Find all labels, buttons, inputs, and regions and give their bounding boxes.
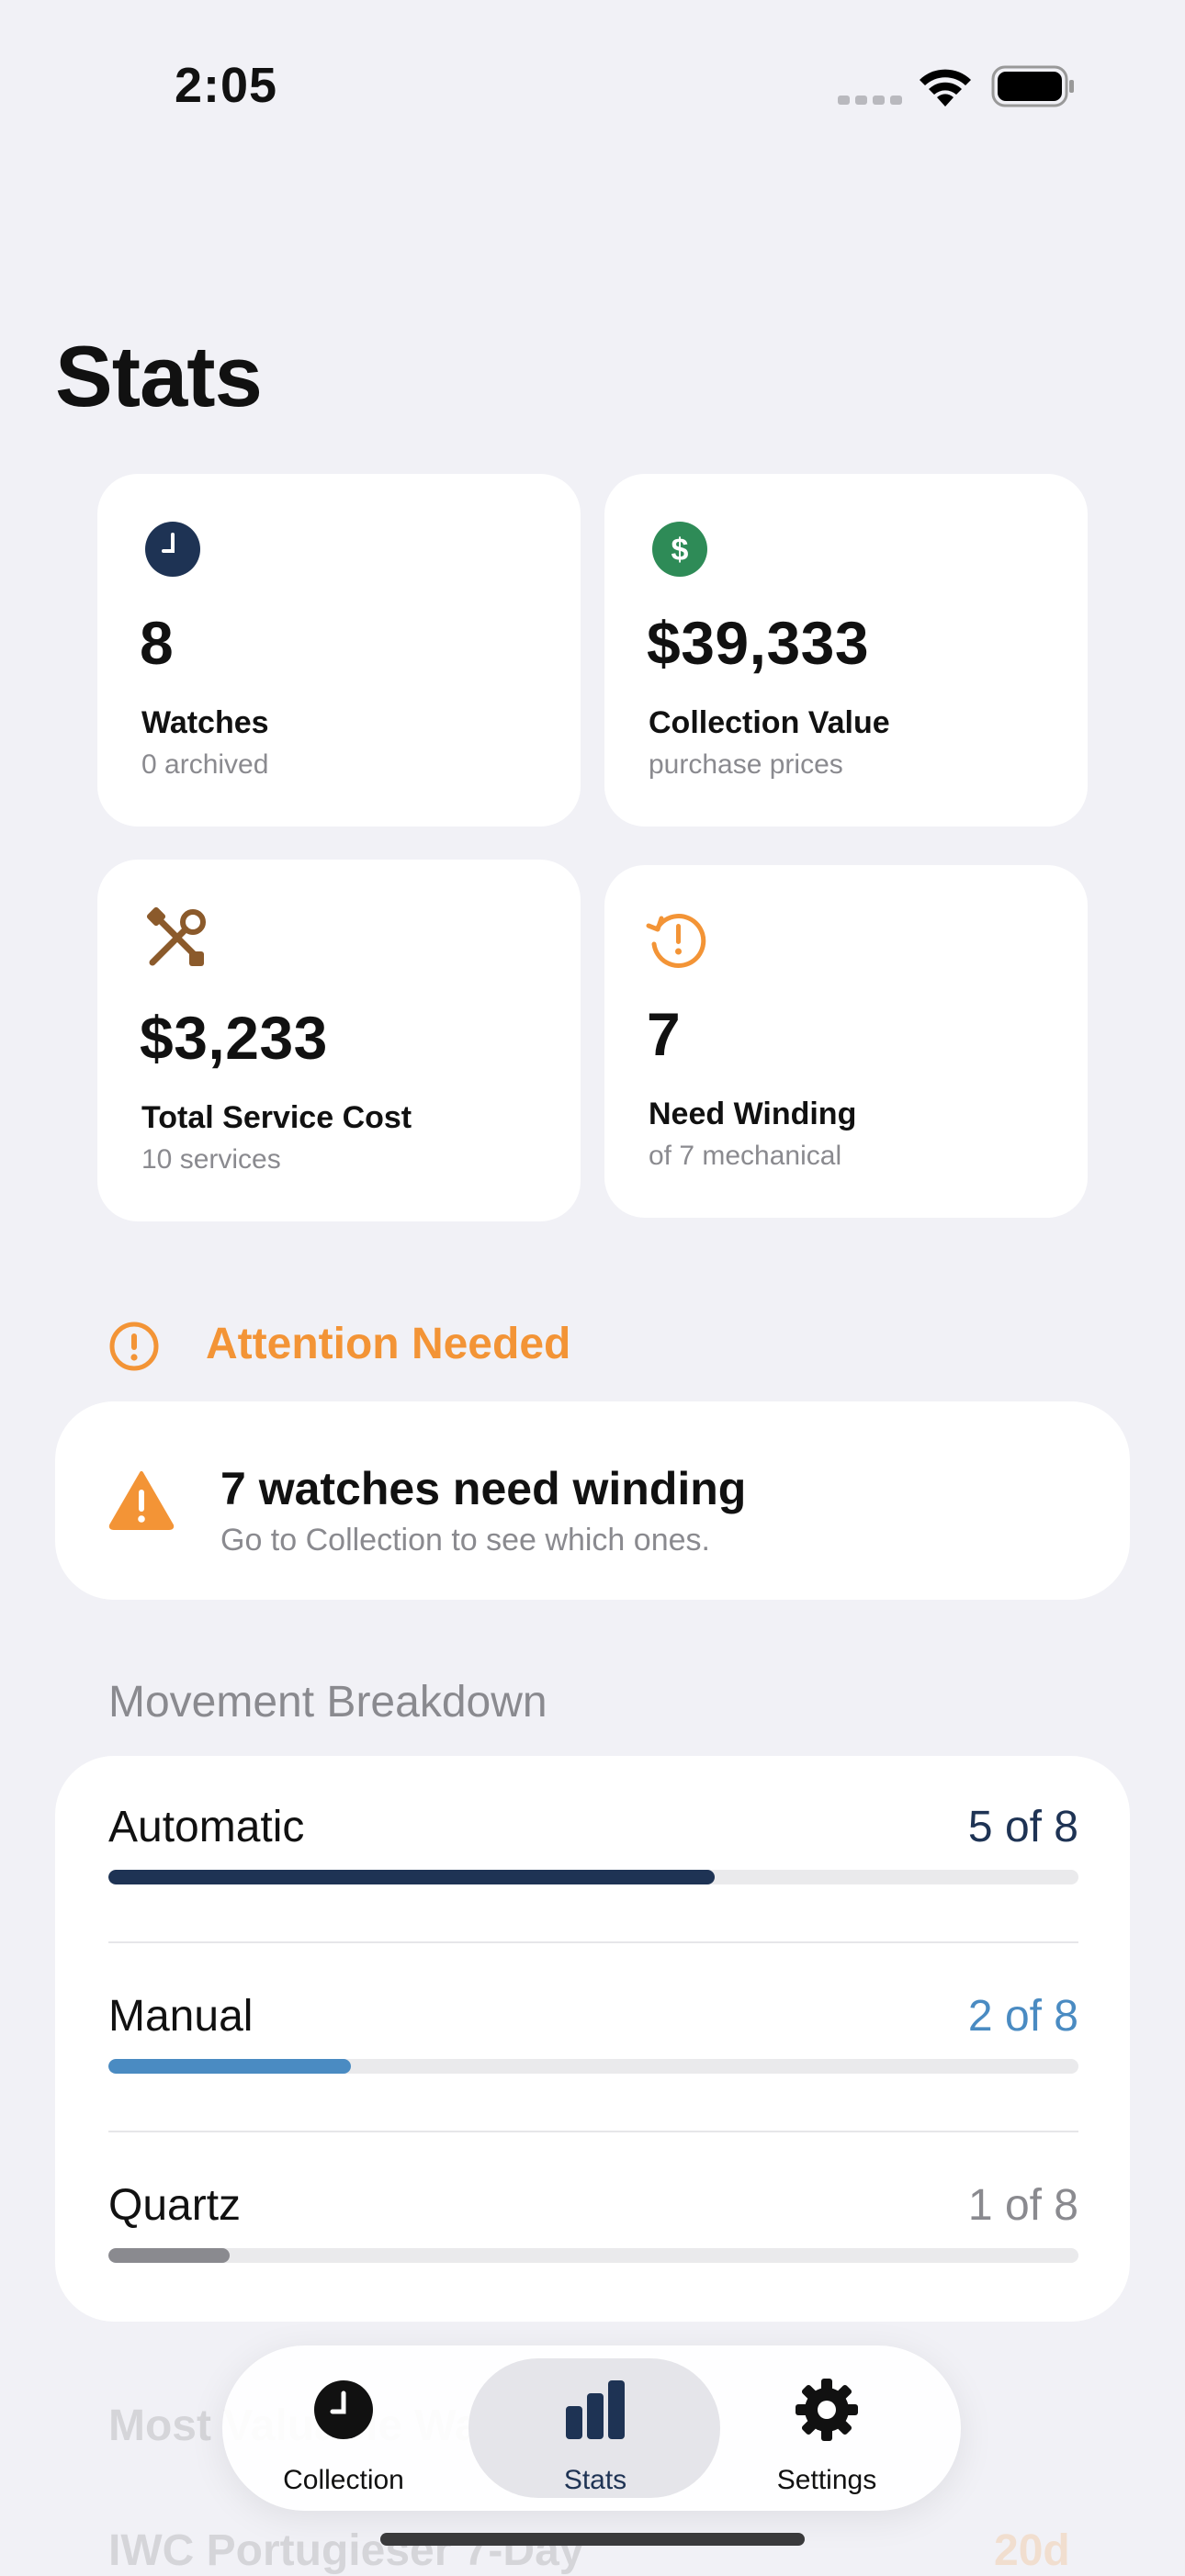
movement-label: Automatic — [108, 1803, 305, 1851]
movement-row-automatic: Automatic 5 of 8 — [108, 1756, 1078, 1921]
movement-breakdown-card: Automatic 5 of 8 Manual 2 of 8 Quartz 1 … — [55, 1756, 1130, 2322]
stat-value: $39,333 — [647, 609, 870, 677]
stat-label: Collection Value — [649, 705, 890, 740]
bar-chart-icon — [566, 2380, 625, 2439]
cellular-signal-icon — [838, 92, 902, 107]
faded-item-value: 20d — [994, 2526, 1070, 2575]
stat-card-collection-value: $ $39,333 Collection Value purchase pric… — [604, 474, 1088, 827]
alert-title: 7 watches need winding — [220, 1463, 747, 1514]
movement-row-manual: Manual 2 of 8 — [108, 1945, 1078, 2110]
divider — [108, 2131, 1078, 2132]
movement-breakdown-title: Movement Breakdown — [108, 1678, 547, 1727]
svg-text:$: $ — [672, 533, 689, 568]
stat-sub: 0 archived — [141, 749, 269, 780]
stat-label: Total Service Cost — [141, 1100, 412, 1135]
stat-sub: purchase prices — [649, 749, 843, 780]
status-time: 2:05 — [175, 58, 278, 113]
stat-card-need-winding: 7 Need Winding of 7 mechanical — [604, 865, 1088, 1218]
stat-value: $3,233 — [140, 1004, 328, 1072]
tab-settings[interactable]: Settings — [707, 2345, 946, 2511]
stat-label: Watches — [141, 705, 269, 740]
tab-collection[interactable]: Collection — [224, 2345, 463, 2511]
battery-icon — [991, 65, 1074, 107]
progress-fill — [108, 2248, 230, 2263]
alert-subtitle: Go to Collection to see which ones. — [220, 1523, 710, 1558]
stat-label: Need Winding — [649, 1097, 857, 1131]
home-indicator — [380, 2533, 805, 2546]
tools-icon — [146, 906, 206, 966]
progress-track — [108, 2059, 1078, 2074]
tab-bar: Collection Stats Settings — [222, 2345, 961, 2511]
winding-alert-icon — [646, 914, 706, 968]
stat-value: 7 — [647, 1000, 682, 1068]
movement-count: 1 of 8 — [967, 2181, 1078, 2230]
stat-card-service-cost: $3,233 Total Service Cost 10 services — [97, 860, 581, 1221]
stat-sub: 10 services — [141, 1144, 281, 1175]
tab-label: Settings — [776, 2465, 877, 2495]
progress-fill — [108, 2059, 351, 2074]
exclamation-circle-icon — [109, 1322, 159, 1371]
clock-icon — [145, 522, 200, 577]
warning-triangle-icon — [108, 1471, 175, 1530]
wifi-icon — [920, 69, 971, 107]
progress-track — [108, 2248, 1078, 2263]
movement-count: 2 of 8 — [967, 1992, 1078, 2041]
winding-alert-card[interactable]: 7 watches need winding Go to Collection … — [55, 1401, 1130, 1600]
movement-count: 5 of 8 — [967, 1803, 1078, 1851]
stat-card-watches: 8 Watches 0 archived — [97, 474, 581, 827]
stat-value: 8 — [140, 609, 175, 677]
progress-track — [108, 1870, 1078, 1884]
gear-icon — [796, 2379, 858, 2441]
dollar-icon: $ — [652, 522, 707, 577]
tab-stats[interactable]: Stats — [476, 2345, 715, 2511]
stat-sub: of 7 mechanical — [649, 1141, 842, 1171]
tab-label: Stats — [563, 2465, 627, 2495]
page-title: Stats — [55, 328, 263, 424]
progress-fill — [108, 1870, 715, 1884]
movement-row-quartz: Quartz 1 of 8 — [108, 2134, 1078, 2300]
movement-label: Manual — [108, 1992, 254, 2041]
attention-title: Attention Needed — [206, 1320, 571, 1368]
movement-label: Quartz — [108, 2181, 242, 2230]
divider — [108, 1941, 1078, 1943]
tab-label: Collection — [283, 2465, 404, 2495]
clock-icon — [314, 2380, 373, 2439]
